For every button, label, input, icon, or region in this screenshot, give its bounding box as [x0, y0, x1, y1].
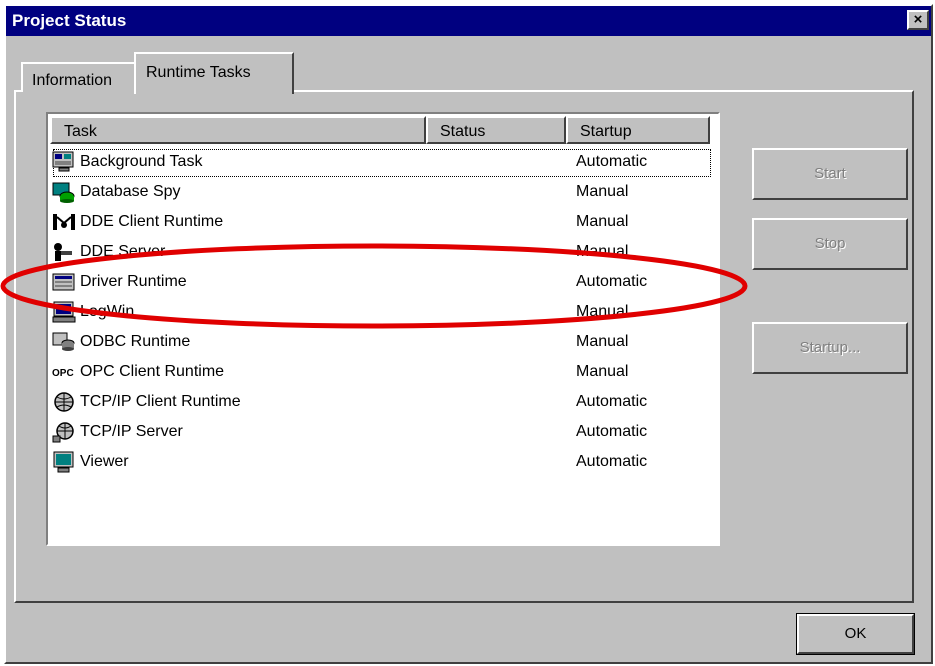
odbc-runtime-icon: [52, 332, 75, 351]
task-list-view[interactable]: Task Status Startup Background Task Auto…: [46, 112, 720, 546]
task-startup: Manual: [576, 243, 629, 260]
task-row-tcpip-server[interactable]: TCP/IP Server Automatic: [52, 418, 712, 448]
task-row-tcpip-client-runtime[interactable]: TCP/IP Client Runtime Automatic: [52, 388, 712, 418]
task-row-driver-runtime[interactable]: Driver Runtime Automatic: [52, 268, 712, 298]
driver-runtime-icon: [52, 273, 75, 291]
logwin-icon: [52, 301, 76, 323]
stop-button[interactable]: Stop: [752, 218, 908, 270]
task-row-odbc-runtime[interactable]: ODBC Runtime Manual: [52, 328, 712, 358]
task-startup: Automatic: [576, 453, 648, 470]
task-name: Driver Runtime: [80, 273, 187, 290]
viewer-icon: [53, 451, 74, 473]
startup-button[interactable]: Startup...: [752, 322, 908, 374]
tab-information-label: Information: [32, 72, 113, 89]
column-header-task[interactable]: Task: [50, 116, 426, 144]
task-startup: Manual: [576, 333, 629, 350]
tcpip-client-icon: [54, 392, 74, 412]
svg-text:OPC: OPC: [52, 368, 74, 379]
title-bar[interactable]: Project Status ×: [6, 6, 931, 36]
task-name: DDE Server: [80, 243, 166, 260]
task-name: TCP/IP Client Runtime: [80, 393, 241, 410]
task-startup: Automatic: [576, 393, 648, 410]
start-button[interactable]: Start: [752, 148, 908, 200]
task-row-dde-client-runtime[interactable]: DDE Client Runtime Manual: [52, 208, 712, 238]
task-name: TCP/IP Server: [80, 423, 183, 440]
task-row-dde-server[interactable]: DDE Server Manual: [52, 238, 712, 268]
close-button[interactable]: ×: [907, 10, 929, 30]
task-startup: Manual: [576, 303, 629, 320]
task-row-opc-client-runtime[interactable]: OPC OPC Client Runtime Manual: [52, 358, 712, 388]
task-startup: Automatic: [576, 273, 648, 290]
ok-button[interactable]: OK: [796, 613, 915, 655]
task-row-background-task[interactable]: Background Task Automatic: [52, 148, 712, 178]
column-header-startup[interactable]: Startup: [566, 116, 710, 144]
tab-runtime-tasks-label: Runtime Tasks: [146, 64, 251, 81]
database-spy-icon: [52, 182, 75, 203]
column-header-status[interactable]: Status: [426, 116, 566, 144]
dde-client-icon: [53, 214, 75, 230]
dde-server-icon: [54, 243, 72, 261]
task-name: Database Spy: [80, 183, 181, 200]
task-name: ODBC Runtime: [80, 333, 191, 350]
task-name: OPC Client Runtime: [80, 363, 225, 380]
tab-runtime-tasks[interactable]: Runtime Tasks: [134, 52, 294, 94]
task-row-viewer[interactable]: Viewer Automatic: [52, 448, 712, 478]
task-name: Viewer: [80, 453, 129, 470]
task-startup: Manual: [576, 363, 629, 380]
task-startup: Automatic: [576, 153, 648, 170]
task-name: DDE Client Runtime: [80, 213, 224, 230]
window-title: Project Status: [12, 11, 127, 30]
background-task-icon: [52, 151, 74, 172]
tab-information[interactable]: Information: [21, 62, 137, 92]
tcpip-server-icon: [52, 422, 74, 443]
task-startup: Manual: [576, 213, 629, 230]
task-name: LogWin: [80, 303, 135, 320]
task-startup: Automatic: [576, 423, 648, 440]
opc-client-icon: OPC: [52, 368, 74, 379]
task-name: Background Task: [80, 153, 203, 170]
task-row-logwin[interactable]: LogWin Manual: [52, 298, 712, 328]
task-startup: Manual: [576, 183, 629, 200]
task-row-database-spy[interactable]: Database Spy Manual: [52, 178, 712, 208]
